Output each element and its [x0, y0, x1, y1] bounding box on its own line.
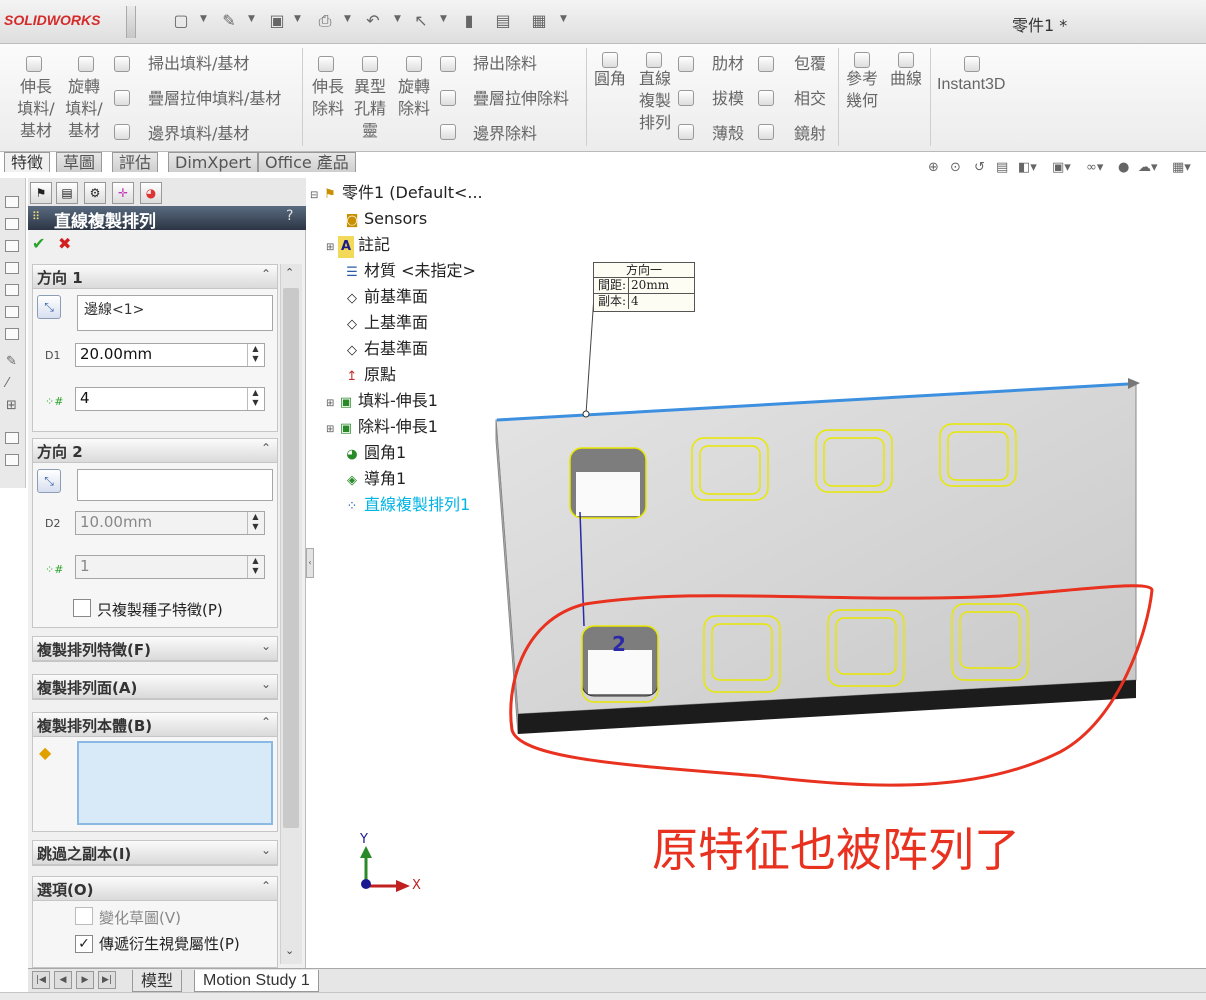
- previous-tab-icon[interactable]: ◀: [54, 971, 72, 989]
- instance-number-label: 2: [612, 632, 626, 656]
- seed-pocket-floor: [576, 472, 640, 516]
- callout-spacing-value[interactable]: 20mm: [628, 278, 686, 293]
- callout-anchor: [582, 410, 590, 418]
- callout-title: 方向一: [594, 263, 694, 278]
- annotation-text: 原特征也被阵列了: [652, 823, 1020, 877]
- callout-count-label: 副本:: [598, 294, 627, 308]
- first-tab-icon[interactable]: |◀: [32, 971, 50, 989]
- pattern-callout[interactable]: 方向一 間距: 20mm 副本: 4: [593, 262, 695, 312]
- bottom-tab-bar: |◀ ◀ ▶ ▶| 模型 Motion Study 1: [28, 968, 1206, 992]
- axis-x-label: X: [412, 878, 421, 893]
- x-axis-arrow-icon: [396, 880, 410, 892]
- graphics-viewport[interactable]: [0, 0, 1206, 1000]
- last-tab-icon[interactable]: ▶|: [98, 971, 116, 989]
- tab-motion-study[interactable]: Motion Study 1: [194, 970, 319, 992]
- y-axis-arrow-icon: [360, 846, 372, 858]
- next-tab-icon[interactable]: ▶: [76, 971, 94, 989]
- axis-y-label: Y: [360, 832, 368, 847]
- row2-pocket-floor: [588, 650, 652, 694]
- tab-model[interactable]: 模型: [132, 970, 183, 992]
- status-bar: [0, 992, 1206, 1000]
- callout-count-value[interactable]: 4: [628, 294, 686, 309]
- callout-leader: [585, 295, 595, 415]
- callout-spacing-label: 間距:: [598, 278, 627, 292]
- z-axis-dot: [361, 879, 371, 889]
